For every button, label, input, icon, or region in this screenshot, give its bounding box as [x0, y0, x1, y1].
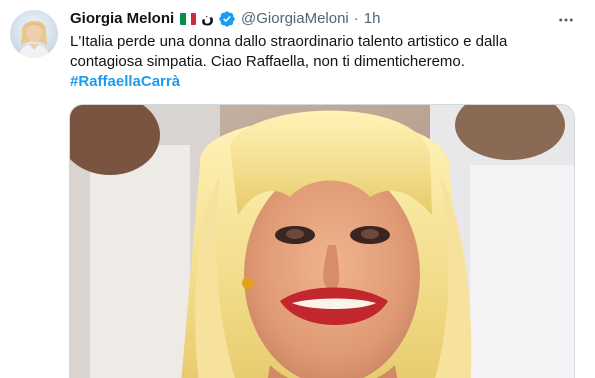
verified-badge-icon — [218, 10, 236, 28]
tweet-text: L'Italia perde una donna dallo straordin… — [70, 32, 570, 92]
timestamp[interactable]: 1h — [364, 9, 381, 29]
more-horizontal-icon — [559, 18, 573, 22]
avatar-image — [10, 10, 58, 58]
tweet-header: Giorgia Meloni ن @GiorgiaMeloni · 1h — [70, 9, 380, 29]
more-options-button[interactable] — [552, 9, 580, 31]
hashtag-link[interactable]: #RaffaellaCarrà — [70, 73, 180, 90]
name-extra-char: ن — [201, 10, 214, 27]
avatar[interactable] — [10, 10, 58, 58]
author-handle[interactable]: @GiorgiaMeloni — [241, 9, 349, 29]
italian-flag-icon — [180, 13, 197, 25]
author-name[interactable]: Giorgia Meloni — [70, 9, 174, 29]
tweet-body: L'Italia perde una donna dallo straordin… — [70, 33, 508, 70]
separator-dot: · — [353, 10, 359, 27]
tweet-photo — [70, 105, 574, 378]
tweet-media[interactable] — [69, 104, 575, 378]
tweet[interactable]: Giorgia Meloni ن @GiorgiaMeloni · 1h L'I… — [0, 0, 595, 378]
